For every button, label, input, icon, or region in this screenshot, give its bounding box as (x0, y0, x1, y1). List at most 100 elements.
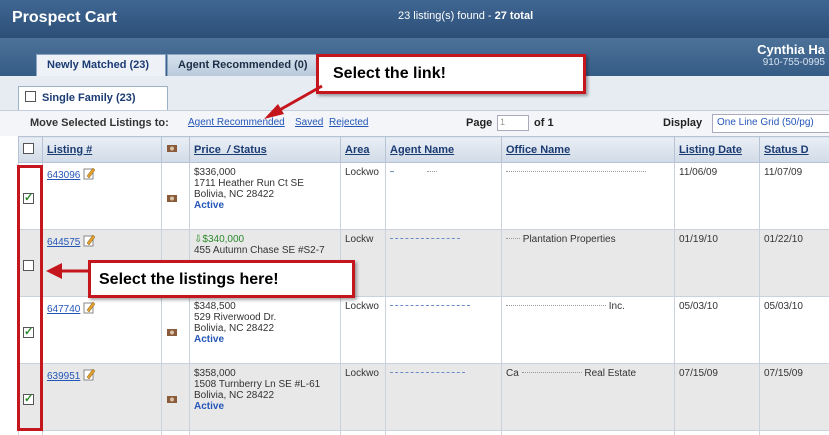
city: Bolivia, NC 28422 (194, 390, 275, 401)
results-count: 23 listing(s) found - 27 total (398, 10, 534, 22)
app-title: Prospect Cart (12, 9, 117, 26)
city: Bolivia, NC 28422 (194, 323, 275, 334)
agent-cell (385, 430, 502, 435)
office-cell: Inc. (501, 296, 675, 364)
col-listing[interactable]: Listing # (42, 136, 162, 163)
area-cell: Lockwo (340, 162, 386, 230)
status-date-cell: 05/03/10 (759, 296, 829, 364)
move-saved-link[interactable]: Saved (295, 117, 323, 128)
price-status-cell (189, 430, 341, 435)
col-price-status[interactable]: Price / Status (189, 136, 341, 163)
col-office[interactable]: Office Name (501, 136, 675, 163)
subtab-single-family[interactable]: Single Family (23) (18, 86, 168, 110)
move-agent-recommended-link[interactable]: Agent Recommended (188, 117, 285, 128)
price-status-cell: $358,000 1508 Turnberry Ln SE #L-61 Bolivi… (189, 363, 341, 431)
price: $348,500 (194, 301, 236, 312)
camera-icon[interactable] (166, 327, 178, 337)
status-date-cell: 11/07/09 (759, 162, 829, 230)
col-agent[interactable]: Agent Name (385, 136, 502, 163)
listing-date-cell (674, 430, 760, 435)
page-input[interactable]: 1 (497, 115, 529, 131)
listing-cell (42, 430, 162, 435)
listing-link[interactable]: 647740 (47, 304, 80, 315)
listing-cell: 643096 (42, 162, 162, 230)
callout-select-listings: Select the listings here! (88, 260, 355, 298)
status-date-cell (759, 430, 829, 435)
display-label: Display (663, 117, 703, 129)
agent-cell (385, 162, 502, 230)
listing-link[interactable]: 643096 (47, 170, 80, 181)
status-date-cell: 07/15/09 (759, 363, 829, 431)
tab-newly-matched[interactable]: Newly Matched (23) (36, 54, 166, 76)
select-all-checkbox[interactable] (23, 143, 34, 154)
user-info: Cynthia Ha 910-755-0995 (757, 42, 825, 68)
table-row: 647740 $348,500529 Riverwood Dr.Bolivia,… (18, 296, 829, 364)
office-redacted (506, 171, 646, 173)
office-cell: Ca Real Estate (501, 363, 675, 431)
display-select[interactable]: One Line Grid (50/pg) (712, 114, 829, 133)
photo-cell (161, 162, 190, 230)
col-photo (161, 136, 190, 163)
move-rejected-link[interactable]: Rejected (329, 117, 368, 128)
price: $358,000 (194, 368, 236, 379)
user-name: Cynthia Ha (757, 42, 825, 57)
agent-link[interactable] (390, 305, 470, 307)
edit-note-icon[interactable] (83, 368, 96, 381)
office-name: Plantation Properties (522, 234, 616, 245)
office-redacted (506, 238, 520, 240)
status: Active (194, 334, 225, 345)
table-row: 639951 $358,0001508 Turnberry Ln SE #L-6… (18, 363, 829, 431)
page-label: Page (466, 117, 493, 129)
camera-icon[interactable] (166, 193, 178, 203)
agent-link[interactable] (390, 372, 465, 374)
table-row: 643096 $336,0001711 Heather Run Ct SEBol… (18, 162, 829, 230)
col-area[interactable]: Area (340, 136, 386, 163)
user-phone: 910-755-0995 (762, 57, 825, 68)
row-select-cell (18, 430, 43, 435)
listing-link[interactable]: 639951 (47, 371, 80, 382)
table-row (18, 430, 829, 435)
page-of-label: of 1 (534, 117, 554, 129)
area-cell: Lockwo (340, 296, 386, 364)
price-status-cell: $348,500 529 Riverwood Dr. Bolivia, NC 284… (189, 296, 341, 364)
status: Active (194, 200, 225, 211)
address: 455 Autumn Chase SE #S2-7 (194, 245, 325, 256)
photo-cell (161, 296, 190, 364)
listing-date-cell: 11/06/09 (674, 162, 760, 230)
city: Bolivia, NC 28422 (194, 189, 275, 200)
listing-date-cell: 07/15/09 (674, 363, 760, 431)
price: ⇩$340,000 (194, 234, 245, 245)
office-redacted (506, 305, 606, 307)
subtab-checkbox[interactable] (25, 91, 36, 102)
photo-cell (161, 363, 190, 431)
listing-date-cell: 05/03/10 (674, 296, 760, 364)
callout-select-link: Select the link! (316, 54, 586, 94)
move-label: Move Selected Listings to: (30, 117, 169, 129)
subtab-label: Single Family (23) (42, 92, 136, 104)
col-status-date[interactable]: Status D (759, 136, 829, 163)
edit-note-icon[interactable] (83, 301, 96, 314)
table-header-row: Listing # Price / Status Area Agent Name… (18, 136, 829, 163)
checkbox-column-highlight (17, 165, 43, 431)
top-bar: Prospect Cart 23 listing(s) found - 27 t… (0, 0, 829, 38)
col-listing-date[interactable]: Listing Date (674, 136, 760, 163)
price-status-cell: $336,000 1711 Heather Run Ct SE Bolivia, N… (189, 162, 341, 230)
status-date-cell: 01/22/10 (759, 229, 829, 297)
listing-cell: 639951 (42, 363, 162, 431)
photo-cell (161, 430, 190, 435)
address: 1711 Heather Run Ct SE (194, 178, 304, 189)
edit-note-icon[interactable] (83, 167, 96, 180)
office-cell (501, 162, 675, 230)
price: $336,000 (194, 167, 236, 178)
listing-link[interactable]: 644575 (47, 237, 80, 248)
listing-cell: 647740 (42, 296, 162, 364)
tab-agent-recommended[interactable]: Agent Recommended (0) (167, 54, 325, 76)
agent-link[interactable] (390, 238, 460, 240)
agent-link[interactable] (390, 171, 394, 173)
address: 529 Riverwood Dr. (194, 312, 277, 323)
select-all-cell (18, 136, 43, 163)
address: 1508 Turnberry Ln SE #L-61 (194, 379, 321, 390)
camera-icon[interactable] (166, 394, 178, 404)
edit-note-icon[interactable] (83, 234, 96, 247)
move-bar: Move Selected Listings to: Agent Recomme… (0, 110, 829, 136)
